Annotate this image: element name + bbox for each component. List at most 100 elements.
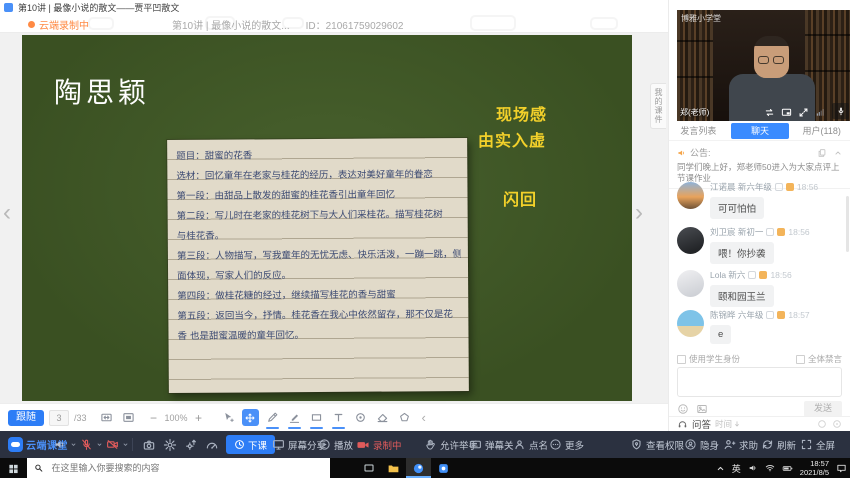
emoji-icon[interactable]: [677, 403, 689, 415]
student-identity-checkbox[interactable]: [677, 355, 686, 364]
teacher-mic-button[interactable]: [832, 103, 849, 119]
swap-video-icon[interactable]: [764, 107, 775, 118]
windows-logo-icon: [8, 463, 19, 474]
fullscreen-button[interactable]: 全屏: [800, 431, 835, 458]
shelf-line: [805, 34, 850, 36]
select-tool-button[interactable]: [220, 409, 237, 426]
rectangle-tool-button[interactable]: [308, 409, 325, 426]
task-view-button[interactable]: [356, 458, 381, 478]
clock-time: 18:57: [810, 459, 829, 468]
zoom-in-button[interactable]: +: [193, 411, 205, 425]
roll-call-button[interactable]: 点名: [513, 431, 548, 458]
tab-speaker-list[interactable]: 发言列表: [669, 122, 728, 140]
handwritten-notes-photo: 题目：甜蜜的花香 选材：回忆童年在老家与桂花的经历，表达对美好童年的眷恋 第一段…: [167, 138, 469, 393]
prev-slide-arrow[interactable]: ‹: [3, 201, 11, 225]
collapse-announcement-icon[interactable]: [833, 148, 843, 158]
action-center-icon[interactable]: [836, 463, 847, 474]
next-slide-arrow[interactable]: ›: [635, 201, 643, 225]
pan-tool-button[interactable]: [242, 409, 259, 426]
refresh-button[interactable]: 刷新: [761, 431, 796, 458]
chat-scrollbar[interactable]: [846, 196, 849, 252]
copy-announcement-icon[interactable]: [817, 148, 827, 158]
expand-video-icon[interactable]: [798, 107, 809, 118]
end-class-label: 下课: [248, 438, 267, 452]
medal-badge-icon: [786, 183, 794, 191]
shapes-tool-button[interactable]: [396, 409, 413, 426]
toolbar-collapse-button[interactable]: ‹: [422, 410, 426, 425]
laser-pointer-button[interactable]: [352, 409, 369, 426]
mute-all-checkbox[interactable]: [796, 355, 805, 364]
send-image-icon[interactable]: [696, 403, 708, 415]
recording-status-button[interactable]: 录制中: [356, 431, 402, 458]
watermark-shape: [470, 15, 516, 31]
invisible-mode-button[interactable]: 隐身: [684, 431, 719, 458]
medal-badge-icon: [759, 271, 767, 279]
camera-off-button[interactable]: [106, 431, 129, 458]
fit-page-button[interactable]: [120, 409, 137, 426]
send-button[interactable]: 发送: [804, 401, 842, 417]
device-settings-button[interactable]: [184, 431, 198, 458]
speaker-button[interactable]: [54, 431, 77, 458]
student-identity-label: 使用学生身份: [689, 353, 740, 365]
move-icon: [244, 412, 256, 424]
tab-users[interactable]: 用户(118): [792, 122, 850, 140]
gear-icon: [163, 438, 177, 452]
sender-name: Lola 新六: [710, 269, 745, 281]
taskbar-clock[interactable]: 18:57 2021/8/5: [800, 459, 829, 478]
search-input[interactable]: [49, 462, 323, 474]
whiteboard-area: 陶思颖 现场感 由实入虚 闪回 题目：甜蜜的花香 选材：回忆童年在老家与桂花的经…: [0, 33, 668, 403]
follow-button[interactable]: 跟随: [8, 410, 44, 426]
ask-help-button[interactable]: 求助: [723, 431, 758, 458]
picture-in-picture-icon[interactable]: [781, 107, 792, 118]
sender-name: 江诺晨 新六年级: [710, 181, 772, 193]
eraser-icon: [376, 411, 389, 424]
network-check-button[interactable]: [205, 431, 219, 458]
end-class-button[interactable]: 下课: [226, 435, 275, 454]
taskbar-app-classroom-active[interactable]: [406, 458, 431, 478]
taskbar-app-browser[interactable]: [431, 458, 456, 478]
page-number-input[interactable]: 3: [49, 410, 69, 426]
volume-icon[interactable]: [748, 463, 758, 473]
tray-expand-icon[interactable]: [716, 464, 725, 473]
cloud-classroom-logo-icon: [8, 437, 23, 452]
pen-tool-button[interactable]: [264, 409, 281, 426]
more-button[interactable]: 更多: [549, 431, 584, 458]
danmaku-toggle-button[interactable]: 弹幕关: [469, 431, 514, 458]
chat-message: 刘卫宸 新初一18:56 喂！你抄袭: [677, 226, 844, 264]
language-indicator[interactable]: 英: [732, 462, 741, 475]
mic-muted-button[interactable]: [80, 431, 103, 458]
zoom-out-button[interactable]: −: [148, 411, 160, 425]
snapshot-button[interactable]: [142, 431, 156, 458]
text-tool-button[interactable]: [330, 409, 347, 426]
text-tool-icon: [332, 411, 345, 424]
view-permissions-button[interactable]: 查看权限: [630, 431, 684, 458]
chat-input[interactable]: [677, 367, 842, 397]
battery-icon[interactable]: [782, 463, 793, 474]
message-time: 18:56: [770, 270, 791, 280]
marker-tool-button[interactable]: [286, 409, 303, 426]
task-view-icon: [363, 462, 375, 474]
teacher-video[interactable]: 博雅小学堂 郑(老师): [677, 10, 850, 121]
qa-settings-icon[interactable]: [832, 419, 842, 429]
eraser-tool-button[interactable]: [374, 409, 391, 426]
start-button[interactable]: [0, 458, 27, 478]
watermark-shape: [88, 17, 114, 30]
wifi-icon[interactable]: [765, 463, 775, 473]
taskbar-app-folder[interactable]: [381, 458, 406, 478]
settings-button[interactable]: [163, 431, 177, 458]
qa-filter-icon[interactable]: [817, 419, 827, 429]
chat-message: 江诺晨 新六年级18:56 可可怕怕: [677, 181, 844, 219]
rectangle-icon: [310, 411, 323, 424]
play-media-button[interactable]: 播放: [318, 431, 353, 458]
avatar: [677, 227, 704, 254]
fit-width-button[interactable]: [98, 409, 115, 426]
courseware-panel-tab-label: 我的课件: [653, 88, 664, 124]
qa-sort-by-time[interactable]: 时间: [715, 418, 741, 430]
courseware-panel-tab[interactable]: 我的课件: [650, 83, 666, 129]
note-line: 选材：回忆童年在老家与桂花的经历，表达对美好童年的眷恋: [176, 165, 460, 187]
taskbar-search[interactable]: [27, 458, 330, 478]
announcement-speaker-icon: [677, 148, 687, 158]
tab-chat[interactable]: 聊天: [731, 123, 790, 139]
avatar: [677, 182, 704, 209]
system-tray: 英 18:57 2021/8/5: [716, 459, 850, 478]
